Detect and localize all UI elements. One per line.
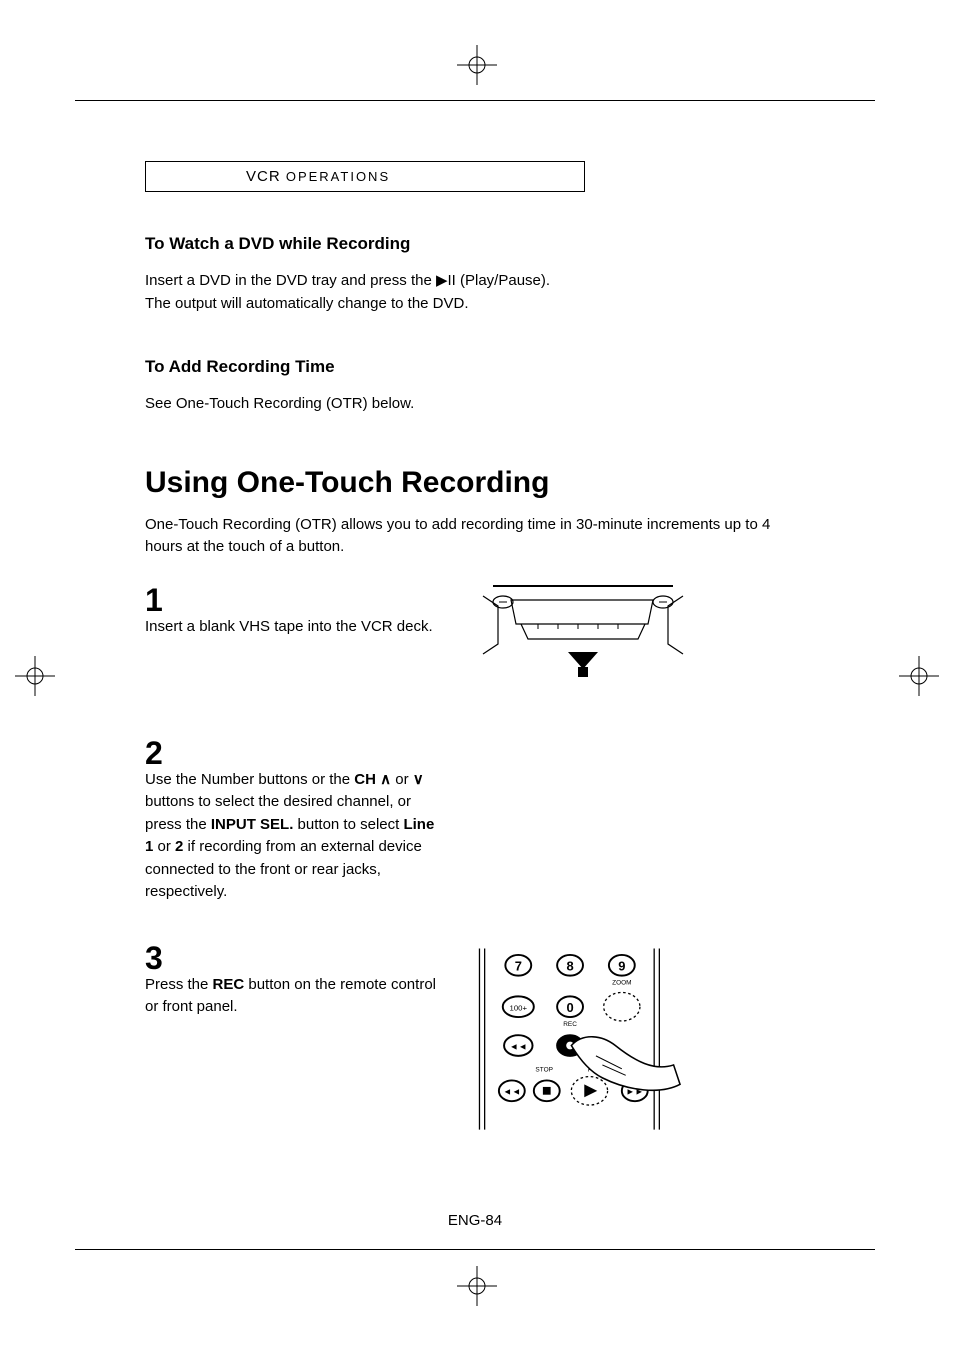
step-2-desc: Use the Number buttons or the CH ∧ or ∨ …	[145, 769, 445, 904]
section-suffix: OPERATIONS	[286, 169, 390, 184]
crop-mark-left	[15, 656, 55, 696]
main-heading: Using One-Touch Recording	[145, 466, 805, 500]
main-intro: One-Touch Recording (OTR) allows you to …	[145, 514, 805, 559]
svg-text:◄◄: ◄◄	[509, 1041, 527, 1051]
svg-text:8: 8	[566, 958, 573, 973]
rec-label: REC	[563, 1021, 577, 1028]
section-label: VCR OPERATIONS	[145, 161, 585, 192]
step-3-number: 3	[145, 942, 445, 974]
vcr-deck-illustration	[473, 584, 693, 699]
step-2-t1: Use the Number buttons or the	[145, 771, 354, 788]
step-2-text: 2 Use the Number buttons or the CH ∧ or …	[145, 737, 445, 904]
step-3-desc: Press the REC button on the remote contr…	[145, 974, 445, 1019]
zoom-label: ZOOM	[612, 979, 631, 986]
step-2-ch: CH	[354, 771, 376, 788]
body-watch-dvd: Insert a DVD in the DVD tray and press t…	[145, 270, 575, 315]
remote-illustration: 7 8 9 ZOOM 100+ 0 REC ◄◄	[473, 942, 693, 1141]
stop-label: STOP	[535, 1066, 553, 1073]
page-frame: VCR OPERATIONS To Watch a DVD while Reco…	[75, 100, 875, 1250]
step-2-or: or	[391, 771, 413, 788]
svg-text:7: 7	[515, 958, 522, 973]
subheading-watch-dvd: To Watch a DVD while Recording	[145, 234, 805, 254]
step-2-mid2: button to select	[293, 816, 403, 833]
crop-mark-top	[457, 45, 497, 85]
step-2-after: if recording from an external device con…	[145, 838, 422, 900]
crop-mark-bottom	[457, 1266, 497, 1306]
step-1-desc: Insert a blank VHS tape into the VCR dec…	[145, 616, 445, 639]
step-2-input-sel: INPUT SEL.	[211, 816, 294, 833]
step-3-rec: REC	[213, 976, 245, 993]
page-content: VCR OPERATIONS To Watch a DVD while Reco…	[75, 101, 875, 1141]
up-caret-icon: ∧	[380, 771, 391, 788]
down-caret-icon: ∨	[413, 771, 424, 788]
step-3-text: 3 Press the REC button on the remote con…	[145, 942, 445, 1019]
step-2-row: 2 Use the Number buttons or the CH ∧ or …	[145, 737, 805, 904]
step-1-text: 1 Insert a blank VHS tape into the VCR d…	[145, 584, 445, 639]
svg-text:100+: 100+	[510, 1003, 528, 1012]
step-2-number: 2	[145, 737, 445, 769]
step-3-before: Press the	[145, 976, 213, 993]
step-3-row: 3 Press the REC button on the remote con…	[145, 942, 805, 1141]
svg-text:◄◄: ◄◄	[503, 1086, 521, 1096]
step-1-row: 1 Insert a blank VHS tape into the VCR d…	[145, 584, 805, 699]
body-add-time: See One-Touch Recording (OTR) below.	[145, 393, 575, 416]
subheading-add-time: To Add Recording Time	[145, 357, 805, 377]
step-2-or2: or	[153, 838, 175, 855]
crop-mark-right	[899, 656, 939, 696]
page-number: ENG-84	[448, 1212, 502, 1229]
section-prefix: VCR	[246, 168, 286, 185]
svg-text:0: 0	[566, 999, 573, 1014]
step-1-number: 1	[145, 584, 445, 616]
svg-text:9: 9	[618, 958, 625, 973]
